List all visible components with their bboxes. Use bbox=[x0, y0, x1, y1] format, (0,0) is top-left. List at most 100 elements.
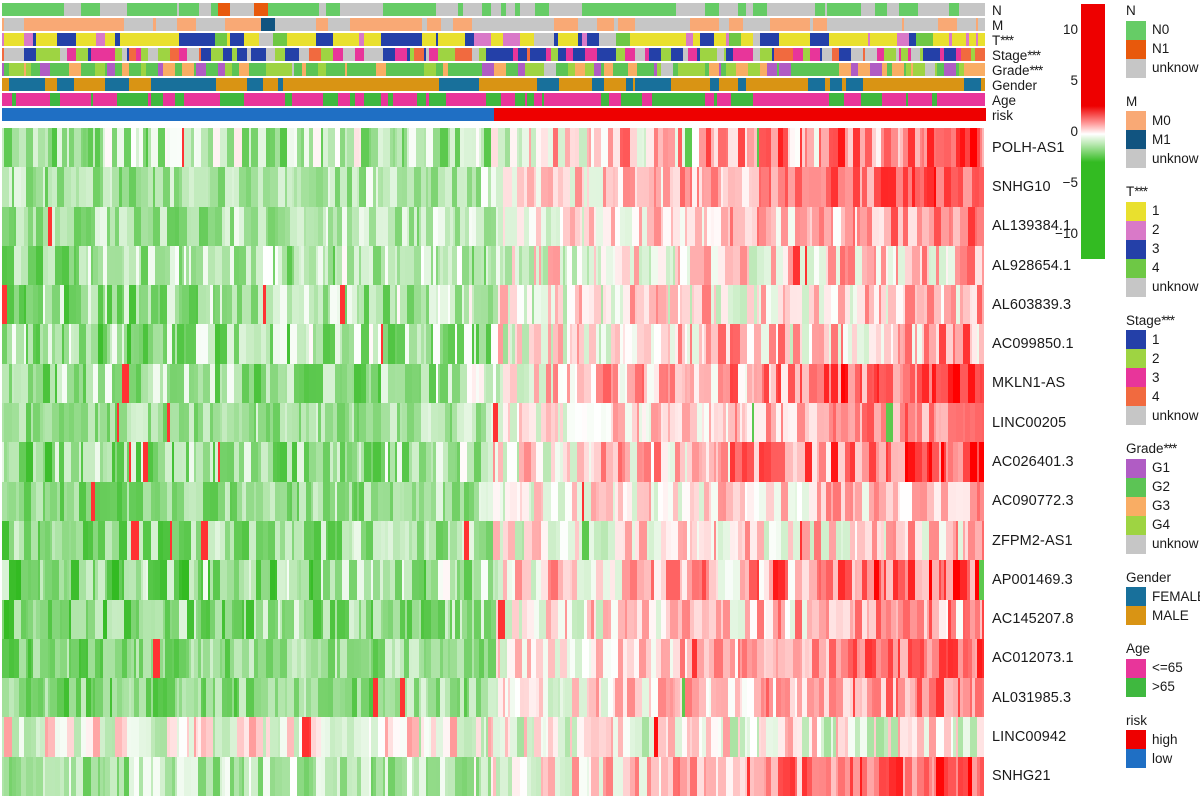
legend-item: unknow bbox=[1126, 149, 1200, 168]
legend-label: M0 bbox=[1152, 112, 1171, 128]
legend-swatch-grade-3 bbox=[1126, 515, 1146, 535]
annotation-label-n: N bbox=[992, 2, 1002, 18]
legend-label: G2 bbox=[1152, 479, 1171, 495]
annotation-track-Grade bbox=[2, 63, 986, 76]
legend-swatch-stage-1 bbox=[1126, 349, 1146, 368]
heatmap-row bbox=[2, 285, 986, 325]
legend-item: unknow bbox=[1126, 406, 1200, 425]
legend-swatch-t-4 bbox=[1126, 277, 1146, 297]
legend-label: G3 bbox=[1152, 498, 1171, 514]
annotation-label-grade: Grade*** bbox=[992, 62, 1043, 78]
legend-item: MALE bbox=[1126, 606, 1200, 625]
heatmap-row bbox=[2, 756, 986, 796]
row-label: LINC00205 bbox=[992, 414, 1067, 431]
annotation-track-T bbox=[2, 33, 986, 46]
row-label: AL928654.1 bbox=[992, 257, 1072, 274]
legend-title-stage: Stage*** bbox=[1126, 312, 1175, 328]
heatmap-row bbox=[2, 245, 986, 286]
legend-swatch-risk-0 bbox=[1126, 730, 1146, 749]
legend-item: 2 bbox=[1126, 349, 1200, 368]
legend-item: 4 bbox=[1126, 387, 1200, 406]
legend-swatch-stage-3 bbox=[1126, 387, 1146, 406]
legend-n: N N0 N1 unknow bbox=[1126, 3, 1200, 78]
legend-item: <=65 bbox=[1126, 658, 1200, 678]
heatmap-row bbox=[2, 324, 986, 364]
colorbar-tick: 0 bbox=[1070, 123, 1078, 139]
legend-label: 4 bbox=[1152, 260, 1160, 276]
legend-label: unknow bbox=[1152, 60, 1199, 76]
annotation-track-Gender bbox=[2, 78, 986, 91]
row-label: AP001469.3 bbox=[992, 571, 1073, 588]
heatmap-row bbox=[2, 206, 986, 246]
colorbar-tick: 10 bbox=[1062, 21, 1078, 37]
legend-swatch-t-3 bbox=[1126, 258, 1146, 278]
legend-swatch-gender-0 bbox=[1126, 587, 1146, 606]
legend-item: 3 bbox=[1126, 368, 1200, 387]
legend-panel: N N0 N1 unknow M M0 M1 unknow T*** 1 2 3 4 unknow Stag… bbox=[1126, 0, 1200, 797]
legend-swatch-stage-2 bbox=[1126, 368, 1146, 387]
legend-item: >65 bbox=[1126, 677, 1200, 697]
row-label: ZFPM2-AS1 bbox=[992, 532, 1073, 549]
legend-label: unknow bbox=[1152, 536, 1199, 552]
legend-item: unknow bbox=[1126, 58, 1200, 78]
legend-item: G2 bbox=[1126, 477, 1200, 497]
legend-age: Age <=65 >65 bbox=[1126, 641, 1200, 697]
expression-colorbar bbox=[1081, 4, 1105, 259]
legend-label: M1 bbox=[1152, 131, 1171, 147]
legend-swatch-age-0 bbox=[1126, 658, 1146, 678]
legend-swatch-grade-0 bbox=[1126, 458, 1146, 478]
legend-label: unknow bbox=[1152, 407, 1199, 423]
legend-item: G4 bbox=[1126, 515, 1200, 535]
row-label: AL031985.3 bbox=[992, 689, 1072, 706]
legend-item: unknow bbox=[1126, 534, 1200, 554]
annotation-label-m: M bbox=[992, 17, 1004, 33]
legend-label: 1 bbox=[1152, 331, 1160, 347]
row-label: AC099850.1 bbox=[992, 336, 1074, 353]
legend-item: M0 bbox=[1126, 111, 1200, 130]
row-label: LINC00942 bbox=[992, 729, 1067, 746]
heatmap-row bbox=[2, 481, 986, 521]
legend-label: N0 bbox=[1152, 22, 1170, 38]
heatmap-row bbox=[2, 403, 986, 443]
legend-t: T*** 1 2 3 4 unknow bbox=[1126, 184, 1200, 297]
legend-label: unknow bbox=[1152, 279, 1199, 295]
legend-label: MALE bbox=[1152, 607, 1189, 623]
legend-swatch-grade-1 bbox=[1126, 477, 1146, 497]
row-label: AC026401.3 bbox=[992, 454, 1074, 470]
legend-label: >65 bbox=[1152, 679, 1175, 695]
colorbar-tick-labels: 10 5 0 −5 −10 bbox=[1036, 0, 1078, 260]
legend-label: <=65 bbox=[1152, 660, 1183, 676]
legend-item: high bbox=[1126, 730, 1200, 749]
legend-title-risk: risk bbox=[1126, 712, 1147, 728]
heatmap-row bbox=[2, 599, 986, 639]
legend-item: N1 bbox=[1126, 39, 1200, 59]
annotation-track-M bbox=[2, 18, 986, 31]
colorbar-tick: −5 bbox=[1062, 174, 1078, 190]
legend-label: 2 bbox=[1152, 350, 1160, 366]
heatmap-row bbox=[2, 638, 986, 679]
heatmap-row bbox=[2, 560, 986, 600]
legend-title-age: Age bbox=[1126, 641, 1151, 656]
legend-swatch-m-2 bbox=[1126, 149, 1146, 168]
legend-label: 1 bbox=[1152, 203, 1160, 219]
annotation-label-t: T*** bbox=[992, 32, 1014, 48]
legend-item: 2 bbox=[1126, 220, 1200, 240]
row-label: SNHG21 bbox=[992, 768, 1051, 785]
heatmap-row bbox=[2, 520, 986, 561]
legend-label: 3 bbox=[1152, 369, 1160, 385]
legend-label: G4 bbox=[1152, 517, 1171, 533]
legend-swatch-stage-0 bbox=[1126, 330, 1146, 349]
legend-item: G1 bbox=[1126, 458, 1200, 478]
legend-item: 3 bbox=[1126, 239, 1200, 259]
annotation-label-gender: Gender bbox=[992, 77, 1038, 93]
annotation-label-stage: Stage*** bbox=[992, 47, 1041, 63]
heatmap-row bbox=[2, 363, 986, 404]
legend-gender: Gender FEMALE MALE bbox=[1126, 570, 1200, 625]
legend-swatch-n-0 bbox=[1126, 20, 1146, 40]
annotation-track-N bbox=[2, 3, 986, 16]
legend-swatch-t-1 bbox=[1126, 220, 1146, 240]
legend-item: FEMALE bbox=[1126, 587, 1200, 606]
legend-label: 3 bbox=[1152, 241, 1160, 257]
annotation-track-risk bbox=[2, 108, 986, 121]
annotation-label-risk: risk bbox=[992, 107, 1013, 123]
